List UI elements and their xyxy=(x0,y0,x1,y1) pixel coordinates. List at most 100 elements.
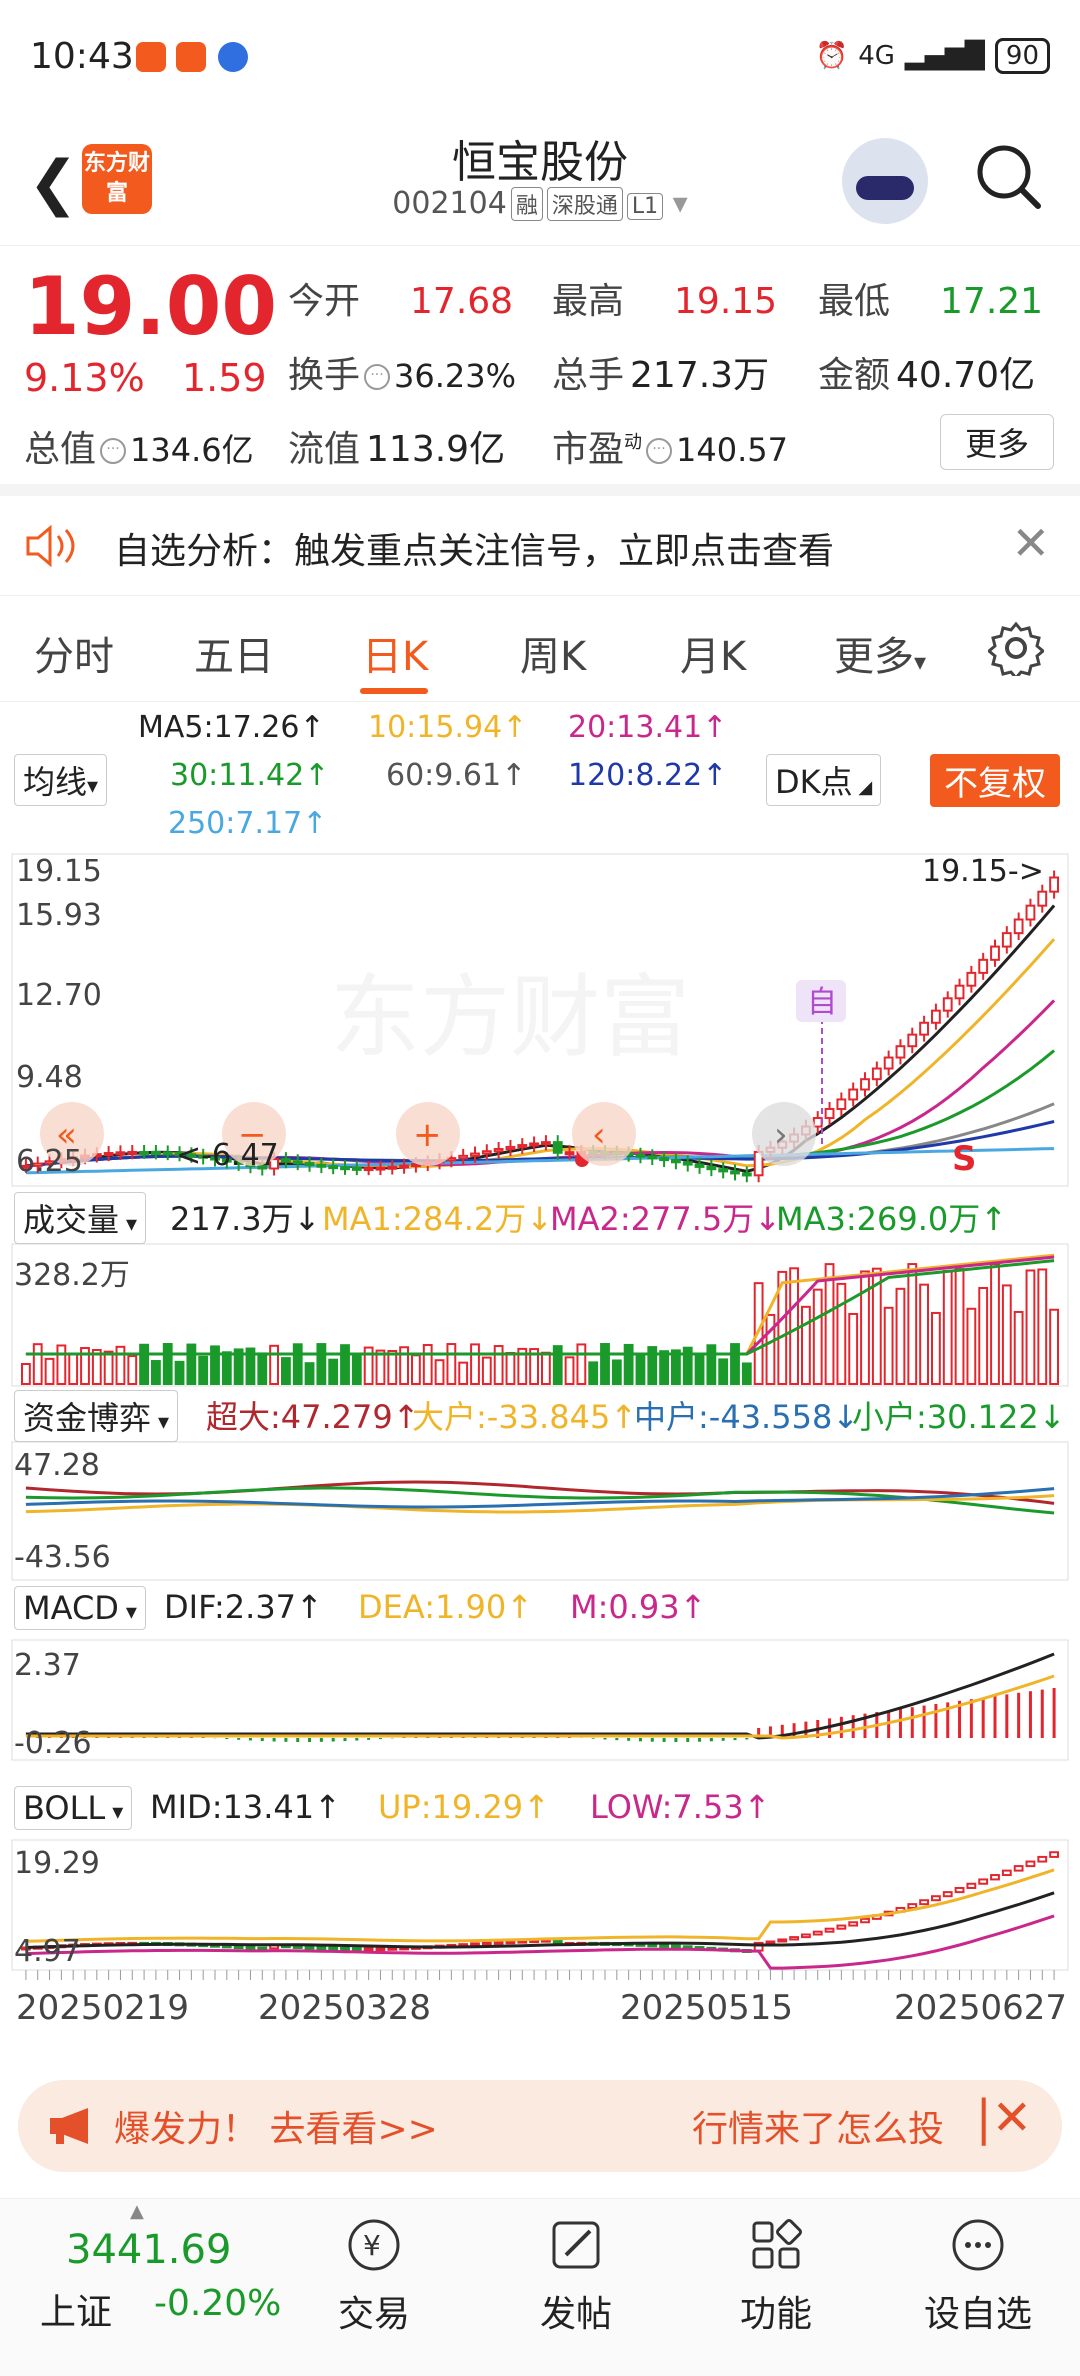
status-time: 10:43 xyxy=(30,36,134,77)
volume-selector[interactable]: 成交量 ▾ xyxy=(14,1192,147,1244)
volume-bar xyxy=(210,1345,220,1386)
tab-daily-k[interactable]: 日K xyxy=(362,624,428,682)
tab-intraday[interactable]: 分时 xyxy=(34,624,114,682)
macd-selector[interactable]: MACD ▾ xyxy=(14,1586,146,1630)
volume-bar xyxy=(848,1312,859,1385)
kline-candle xyxy=(458,1154,469,1160)
index-name[interactable]: 上证 xyxy=(40,2283,112,2335)
kline-candle xyxy=(481,1150,492,1155)
nav-functions[interactable]: 功能 xyxy=(706,2213,846,2337)
plus-icon: + xyxy=(413,1115,442,1155)
volume-bar xyxy=(422,1344,433,1386)
low-marker: <-6.47 xyxy=(176,1138,279,1173)
gear-icon[interactable] xyxy=(988,620,1044,676)
volume-bar xyxy=(446,1343,457,1385)
boll-axis-top: 19.29 xyxy=(14,1846,100,1881)
open-cell: 今开 17.68 xyxy=(288,281,514,322)
kline-candle xyxy=(730,1170,740,1175)
boll-candle xyxy=(470,1942,480,1947)
index-pct[interactable]: -0.20% xyxy=(154,2283,281,2324)
mktcap-cell: 总值 ··· 134.6亿 xyxy=(24,429,254,470)
chart-canvas[interactable]: 东方财富 自 S « − + ‹ › xyxy=(0,848,1080,2064)
kline-candle xyxy=(375,1166,386,1171)
boll-candle xyxy=(659,1943,670,1948)
kline-candle xyxy=(931,1009,941,1024)
volume-bar xyxy=(600,1343,610,1385)
volume-bar xyxy=(1025,1269,1036,1386)
chevron-up-icon[interactable]: ▲ xyxy=(130,2201,144,2222)
boll-up: UP:19.29↑ xyxy=(378,1788,550,1826)
kline-candle xyxy=(966,971,977,987)
volume-bar xyxy=(1049,1308,1059,1385)
nav-trade[interactable]: ¥ 交易 xyxy=(304,2213,444,2337)
volume-bar xyxy=(493,1345,504,1385)
boll-candle xyxy=(777,1938,788,1943)
tab-monthly-k[interactable]: 月K xyxy=(680,624,746,682)
kline-candle xyxy=(824,1107,835,1120)
kline-candle xyxy=(682,1161,693,1166)
tab-five-day[interactable]: 五日 xyxy=(194,624,274,682)
kline-candle xyxy=(836,1098,847,1110)
analysis-notice[interactable]: 自选分析：触发重点关注信号，立即点击查看 ✕ xyxy=(0,496,1080,596)
fund-selector[interactable]: 资金博弈 ▾ xyxy=(14,1390,179,1442)
boll-selector[interactable]: BOLL ▾ xyxy=(14,1786,133,1830)
no-adjust-button[interactable]: 不复权 xyxy=(930,754,1060,807)
kline-candle xyxy=(1037,890,1048,907)
kline-candle xyxy=(529,1142,540,1147)
nav-post[interactable]: 发帖 xyxy=(506,2213,646,2337)
kline-candle xyxy=(304,1162,315,1167)
macd-m: M:0.93↑ xyxy=(570,1588,707,1626)
change-amount: 1.59 xyxy=(182,356,267,400)
kline-candle xyxy=(399,1164,410,1169)
volume-bar xyxy=(68,1353,79,1386)
kline-candle xyxy=(895,1045,906,1059)
macd-dea: DEA:1.90↑ xyxy=(358,1588,534,1626)
promo-left-text[interactable]: 爆发力！ 去看看>> xyxy=(114,2100,438,2152)
volume-bar xyxy=(316,1343,327,1386)
quote-panel: 19.00 9.13% 1.59 今开 17.68 最高 19.15 最低 17.21… xyxy=(0,246,1080,496)
boll-candle xyxy=(1049,1851,1059,1858)
chevron-down-icon[interactable]: ▾ xyxy=(673,186,688,221)
promo-banner[interactable]: 爆发力！ 去看看>> 行情来了怎么投 |✕ xyxy=(18,2080,1062,2172)
date-label: 20250328 xyxy=(258,1988,432,2028)
search-icon[interactable] xyxy=(974,142,1044,212)
ma250-value: 250:7.17↑ xyxy=(168,806,328,841)
macd-axis-bottom: -0.26 xyxy=(14,1726,92,1761)
volume-ma1: MA1:284.2万↓ xyxy=(322,1200,554,1238)
kline-candle xyxy=(812,1117,823,1128)
assistant-robot-icon[interactable] xyxy=(842,138,928,224)
volume-bar xyxy=(151,1360,161,1385)
tag-level: L1 xyxy=(626,193,664,220)
svg-text:¥: ¥ xyxy=(363,2229,381,2262)
boll-low: LOW:7.53↑ xyxy=(590,1788,771,1826)
chart-area[interactable]: 东方财富 自 S « − + ‹ › 19.15 15.93 12.70 9.4… xyxy=(0,848,1080,2064)
boll-candle xyxy=(316,1946,327,1951)
volume-bar xyxy=(375,1349,386,1386)
index-value[interactable]: 3441.69 xyxy=(66,2227,231,2273)
close-icon[interactable]: |✕ xyxy=(976,2090,1032,2146)
kline-axis-3: 12.70 xyxy=(16,978,102,1013)
volume-bar xyxy=(269,1344,280,1386)
kline-candle xyxy=(1025,904,1036,921)
volume-bar xyxy=(434,1359,445,1386)
indicator-selector[interactable]: 均线▾ xyxy=(14,754,108,806)
kline-candle xyxy=(1001,932,1012,948)
dk-point-selector[interactable]: DK点 ◢ xyxy=(766,754,882,806)
kline-candle xyxy=(694,1163,705,1168)
chevron-down-icon: ▾ xyxy=(914,648,927,676)
grid-icon xyxy=(752,2219,802,2269)
trade-icon: ¥ xyxy=(348,2219,400,2271)
volume-value: 217.3万↓ xyxy=(170,1200,321,1238)
tab-more[interactable]: 更多▾ xyxy=(834,624,926,682)
more-button[interactable]: 更多 xyxy=(939,414,1054,470)
tab-weekly-k[interactable]: 周K xyxy=(520,624,586,682)
boll-candle xyxy=(848,1921,859,1927)
kline-candle xyxy=(860,1078,870,1091)
fund-axis-bottom: -43.56 xyxy=(14,1540,111,1575)
promo-right-text[interactable]: 行情来了怎么投 xyxy=(692,2100,944,2152)
edit-icon xyxy=(552,2221,600,2269)
volume-bar xyxy=(292,1343,303,1385)
boll-candle xyxy=(942,1891,953,1898)
nav-add-watchlist[interactable]: 设自选 xyxy=(908,2213,1048,2337)
close-icon[interactable]: ✕ xyxy=(1011,516,1050,570)
